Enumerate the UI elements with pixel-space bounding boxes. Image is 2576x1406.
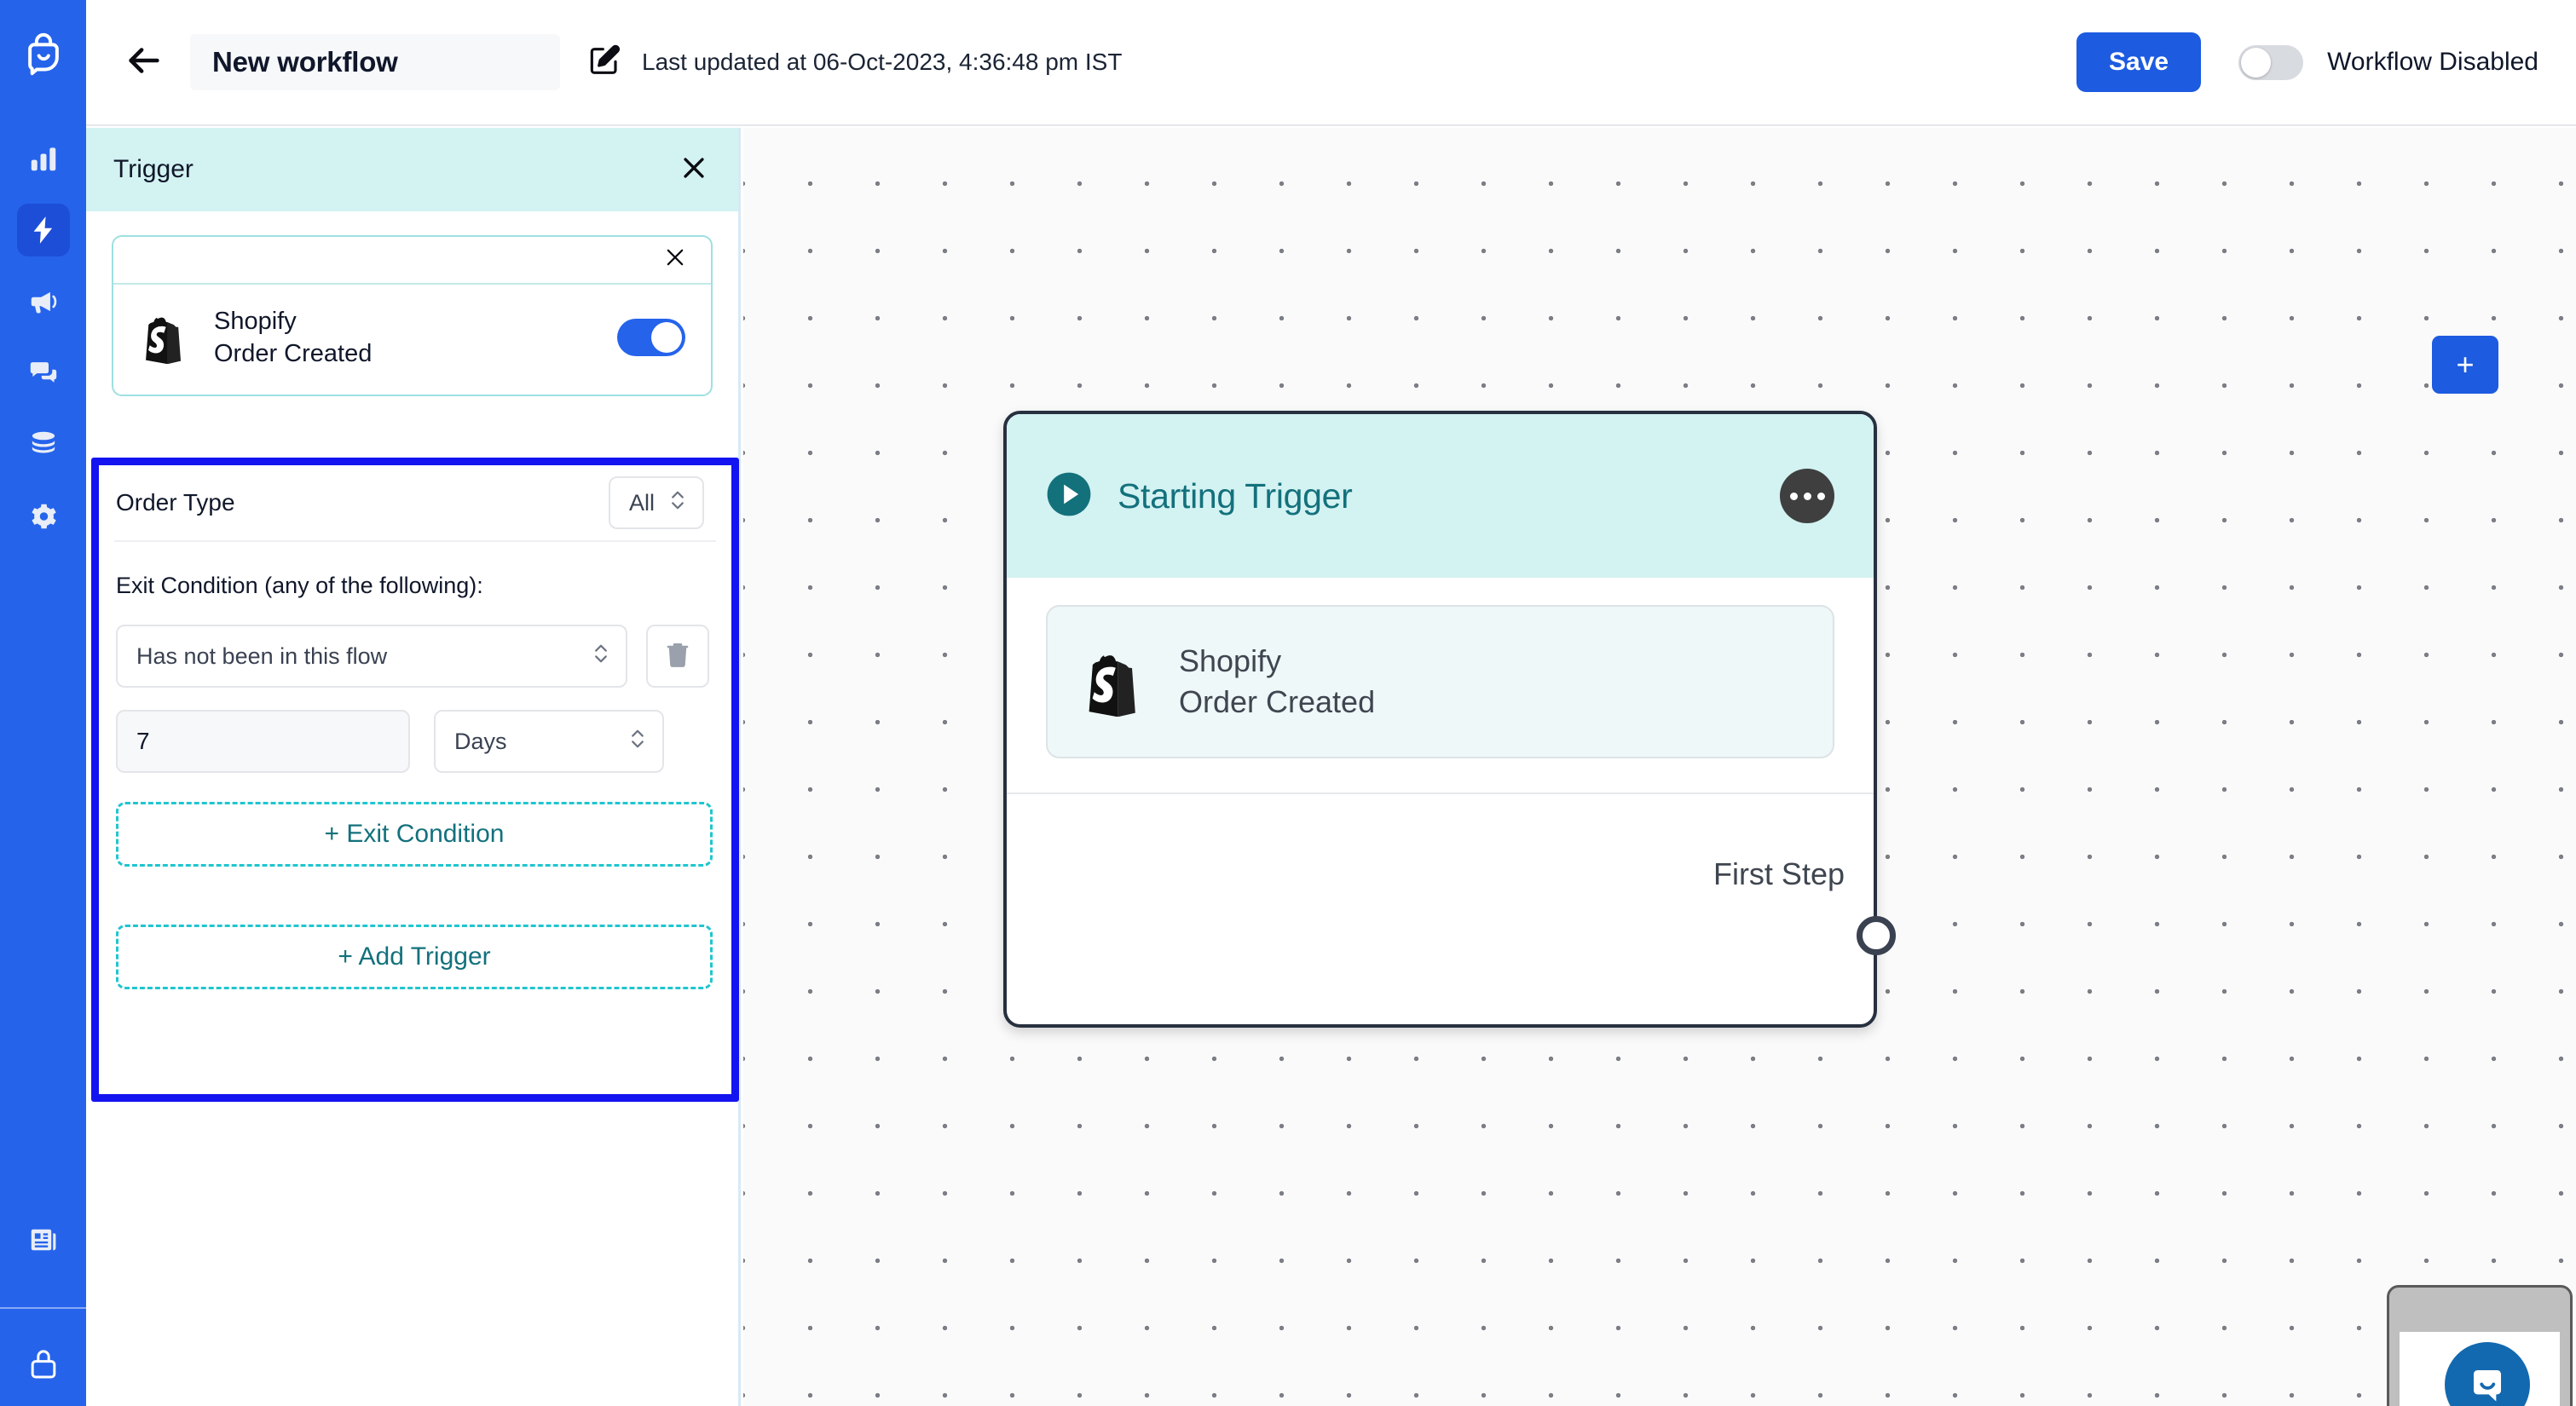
node-body: Shopify Order Created [1007,578,1874,792]
exit-condition-value: Has not been in this flow [136,642,388,669]
top-bar: New workflow Last updated at 06-Oct-2023… [86,0,2576,126]
trigger-card-labels: Shopify Order Created [214,305,372,371]
node-trigger-card[interactable]: Shopify Order Created [1046,605,1834,758]
node-header: Starting Trigger [1007,414,1874,578]
duration-row: Days [114,710,716,773]
workflow-status-label: Workflow Disabled [2327,48,2538,76]
workflow-name-field[interactable]: New workflow [190,34,560,90]
shopping-bag-icon [26,1347,61,1381]
chat-smile-icon [2461,1357,2514,1406]
toggle-knob [2241,47,2272,78]
chevron-updown-icon [668,487,687,519]
trigger-panel-header: Trigger [86,128,738,211]
node-footer: First Step [1007,792,1874,954]
app-logo[interactable] [18,29,69,80]
delete-exit-condition-button[interactable] [646,625,709,688]
back-button[interactable] [117,35,171,89]
workflow-name-text: New workflow [212,46,398,78]
shopify-bag-icon [139,311,187,365]
ellipsis-icon [1789,492,1798,500]
exit-condition-select[interactable]: Has not been in this flow [116,625,627,688]
exit-condition-row: Has not been in this flow [114,625,716,688]
sidebar-item-store[interactable] [17,1338,70,1391]
rail-divider [0,1307,86,1309]
shopify-bag-icon [1080,647,1143,717]
chevron-updown-icon [592,641,610,672]
node-app-name: Shopify [1179,643,1282,679]
plus-icon: + [2456,347,2475,382]
node-trigger-labels: Shopify Order Created [1179,641,1375,722]
arrow-left-icon [124,41,164,84]
trigger-app-name: Shopify [214,308,297,335]
sidebar-item-conversations[interactable] [17,347,70,400]
trigger-card-body: Shopify Order Created [113,285,711,395]
node-menu-button[interactable] [1780,469,1834,523]
duration-unit-select[interactable]: Days [434,710,664,773]
last-updated-text: Last updated at 06-Oct-2023, 4:36:48 pm … [642,49,1123,75]
chevron-updown-icon [628,726,647,758]
rail-primary-items [16,123,70,552]
left-nav-rail [0,0,86,1406]
sidebar-item-news[interactable] [17,1213,70,1266]
remove-trigger-button[interactable] [663,245,687,274]
pencil-edit-icon [587,43,621,82]
edit-name-button[interactable] [586,43,623,81]
add-node-button[interactable]: + [2432,336,2498,394]
lightning-bolt-icon [27,214,60,246]
ellipsis-icon [1803,492,1811,500]
chat-bubbles-icon [27,357,60,389]
trigger-enable-toggle[interactable] [617,319,685,357]
sidebar-item-analytics[interactable] [17,132,70,185]
add-trigger-button[interactable]: + Add Trigger [116,925,713,989]
first-step-connector-handle[interactable] [1857,916,1896,955]
ellipsis-icon [1816,492,1825,500]
database-stack-icon [27,429,60,461]
sidebar-item-campaigns[interactable] [17,275,70,328]
exit-condition-label: Exit Condition (any of the following): [116,573,483,598]
gear-icon [27,500,60,533]
sidebar-item-data[interactable] [17,418,70,471]
node-title: Starting Trigger [1118,475,1353,516]
trigger-config-form: Order Type All Exit Condition (any of th… [99,465,731,1094]
news-article-icon [27,1224,60,1256]
trash-icon [663,640,692,673]
order-type-label: Order Type [116,489,235,516]
toggle-knob [651,322,682,354]
rail-bottom-items [0,1204,86,1406]
sidebar-item-settings[interactable] [17,490,70,543]
panel-title: Trigger [113,155,193,183]
duration-unit-value: Days [454,728,507,754]
sidebar-item-automation[interactable] [16,204,70,256]
play-circle-icon [1044,470,1094,523]
save-button[interactable]: Save [2076,32,2202,92]
order-type-select[interactable]: All [608,476,704,529]
workflow-builder-app: New workflow Last updated at 06-Oct-2023… [0,0,2576,1406]
order-type-value: All [628,489,655,516]
node-event-name: Order Created [1179,684,1376,719]
trigger-app-card: Shopify Order Created [112,235,713,396]
first-step-label: First Step [1713,856,1845,891]
order-type-row: Order Type All [114,465,716,542]
workflow-enable-toggle[interactable] [2238,44,2304,80]
trigger-card-top [113,237,711,285]
close-x-icon [679,153,708,187]
trigger-event-name: Order Created [214,340,373,368]
add-exit-condition-button[interactable]: + Exit Condition [116,802,713,867]
close-panel-button[interactable] [677,153,711,187]
megaphone-icon [27,285,60,318]
duration-input[interactable] [116,710,410,773]
bar-chart-icon [27,142,60,175]
starting-trigger-node[interactable]: Starting Trigger Shopify Order Created F… [1003,411,1877,1028]
